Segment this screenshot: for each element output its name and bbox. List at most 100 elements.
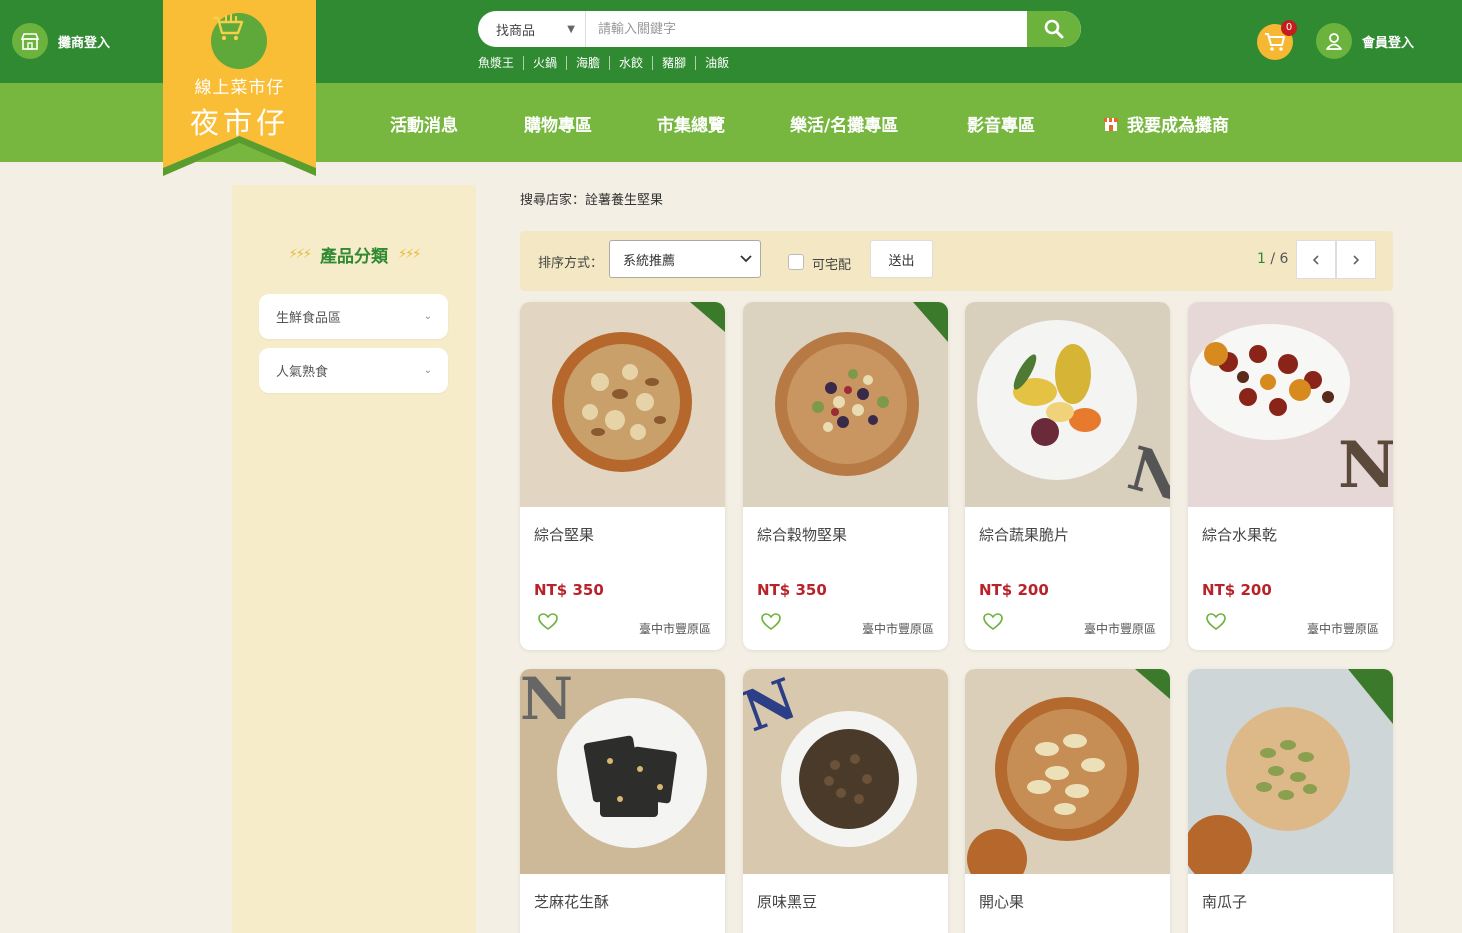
product-image[interactable]: N (1188, 302, 1393, 507)
nav-item-label: 樂活/名攤專區 (790, 116, 899, 136)
product-name[interactable]: 原味黑豆 (757, 891, 817, 912)
sort-toolbar: 排序方式： 系統推薦 可宅配 送出 1 / 6 (520, 231, 1393, 291)
search-bar: 找商品 ▼ (478, 11, 1081, 47)
product-image[interactable] (1188, 669, 1393, 874)
chevron-down-icon: ⌄ (423, 311, 432, 322)
page-indicator: 1 / 6 (1257, 251, 1288, 267)
prev-page-button[interactable] (1296, 240, 1336, 279)
product-image[interactable] (520, 302, 725, 507)
product-name[interactable]: 芝麻花生酥 (534, 891, 609, 912)
hot-tag[interactable]: 水餃 (609, 56, 652, 70)
delivery-checkbox-label: 可宅配 (812, 258, 852, 273)
product-name[interactable]: 綜合水果乾 (1202, 524, 1277, 545)
nav-item-label: 購物專區 (524, 116, 592, 136)
hot-tag[interactable]: 火鍋 (523, 56, 566, 70)
product-image[interactable]: N (965, 302, 1170, 507)
delivery-checkbox[interactable] (788, 254, 804, 270)
title-deco-icon: ⚡⚡⚡ (288, 247, 312, 262)
heart-icon[interactable] (983, 613, 1003, 635)
sort-label: 排序方式： (538, 256, 604, 271)
sort-select-value: 系統推薦 (623, 253, 676, 269)
category-label: 人氣熟食 (276, 365, 329, 380)
search-category-select[interactable]: 找商品 ▼ (478, 11, 586, 47)
product-name[interactable]: 綜合堅果 (534, 524, 594, 545)
next-page-button[interactable] (1336, 240, 1376, 279)
breadcrumb: 搜尋店家：詮薯養生堅果 (520, 193, 664, 208)
page-total: 6 (1279, 251, 1289, 267)
product-card[interactable]: 綜合穀物堅果 NT$ 350 臺中市豐原區 (743, 302, 948, 650)
product-image[interactable]: N (743, 669, 948, 874)
logo-cart-icon (211, 13, 267, 69)
svg-text:N: N (520, 669, 573, 733)
product-image[interactable] (743, 302, 948, 507)
product-image[interactable] (965, 669, 1170, 874)
product-image[interactable]: N (520, 669, 725, 874)
product-card[interactable]: N 原味黑豆 (743, 669, 948, 933)
product-card[interactable]: N 綜合水果乾 NT$ 200 臺中市豐原區 (1188, 302, 1393, 650)
dropdown-arrow-icon: ▼ (567, 23, 575, 35)
hot-tag[interactable]: 豬腳 (652, 56, 695, 70)
nav-item-events[interactable]: 活動消息 (390, 111, 458, 136)
chevron-right-icon (1353, 254, 1360, 265)
search-input[interactable] (586, 11, 1027, 47)
product-name[interactable]: 綜合蔬果脆片 (979, 524, 1069, 545)
store-icon (12, 23, 48, 59)
site-logo[interactable]: 線上菜市仔 夜市仔 (163, 0, 316, 176)
product-name[interactable]: 南瓜子 (1202, 891, 1247, 912)
nav-item-label: 我要成為攤商 (1127, 116, 1229, 136)
product-price: NT$ 350 (534, 581, 604, 599)
product-name[interactable]: 開心果 (979, 891, 1024, 912)
logo-title: 夜市仔 (189, 106, 289, 140)
cart-count-badge: 0 (1281, 20, 1297, 36)
nav-item-label: 影音專區 (967, 116, 1035, 136)
category-item-fresh[interactable]: 生鮮食品區 ⌄ (259, 294, 448, 339)
page-separator: / (1270, 251, 1276, 267)
product-card[interactable]: N 綜合蔬果脆片 NT$ 200 臺中市豐原區 (965, 302, 1170, 650)
product-location: 臺中市豐原區 (638, 622, 711, 636)
member-login-label: 會員登入 (1362, 35, 1415, 51)
search-icon (1044, 19, 1064, 39)
product-price: NT$ 200 (979, 581, 1049, 599)
category-title: ⚡⚡⚡ 產品分類 ⚡⚡⚡ (232, 242, 476, 267)
submit-button[interactable]: 送出 (870, 240, 933, 278)
product-name[interactable]: 綜合穀物堅果 (757, 524, 847, 545)
product-card[interactable]: 綜合堅果 NT$ 350 臺中市豐原區 (520, 302, 725, 650)
product-card[interactable]: N 芝麻花生酥 (520, 669, 725, 933)
product-location: 臺中市豐原區 (1306, 622, 1379, 636)
nav-item-become-vendor[interactable]: 我要成為攤商 (1103, 111, 1229, 136)
nav-item-famous-stalls[interactable]: 樂活/名攤專區 (790, 111, 898, 136)
title-deco-icon: ⚡⚡⚡ (398, 247, 421, 262)
hot-tag[interactable]: 油飯 (695, 56, 738, 70)
product-price: NT$ 200 (1202, 581, 1272, 599)
stall-icon (1104, 117, 1118, 131)
heart-icon[interactable] (761, 613, 781, 635)
member-login-link[interactable]: 會員登入 (1316, 23, 1414, 59)
hot-tag[interactable]: 魚漿王 (478, 56, 523, 70)
user-icon (1316, 23, 1352, 59)
chevron-down-icon (740, 255, 752, 263)
nav-item-label: 活動消息 (390, 116, 458, 136)
category-label: 生鮮食品區 (276, 311, 342, 326)
hot-search-tags: 魚漿王 火鍋 海膽 水餃 豬腳 油飯 (478, 56, 738, 70)
search-button[interactable] (1027, 11, 1081, 47)
cart-icon (1265, 33, 1285, 51)
product-card[interactable]: 南瓜子 (1188, 669, 1393, 933)
hot-tag[interactable]: 海膽 (566, 56, 609, 70)
nav-item-shopping[interactable]: 購物專區 (524, 111, 592, 136)
nav-item-markets[interactable]: 市集總覽 (657, 111, 725, 136)
logo-subtitle: 線上菜市仔 (194, 78, 285, 98)
heart-icon[interactable] (538, 613, 558, 635)
chevron-down-icon: ⌄ (423, 365, 432, 376)
product-price: NT$ 350 (757, 581, 827, 599)
nav-item-videos[interactable]: 影音專區 (967, 111, 1035, 136)
heart-icon[interactable] (1206, 613, 1226, 635)
search-category-label: 找商品 (496, 23, 536, 39)
category-title-label: 產品分類 (320, 247, 388, 267)
nav-item-label: 市集總覽 (657, 116, 725, 136)
category-item-cooked[interactable]: 人氣熟食 ⌄ (259, 348, 448, 393)
sort-select[interactable]: 系統推薦 (609, 240, 761, 278)
product-card[interactable]: 開心果 (965, 669, 1170, 933)
product-location: 臺中市豐原區 (861, 622, 934, 636)
category-sidebar: ⚡⚡⚡ 產品分類 ⚡⚡⚡ 生鮮食品區 ⌄ 人氣熟食 ⌄ (232, 185, 476, 933)
vendor-login-link[interactable]: 攤商登入 (12, 23, 110, 59)
